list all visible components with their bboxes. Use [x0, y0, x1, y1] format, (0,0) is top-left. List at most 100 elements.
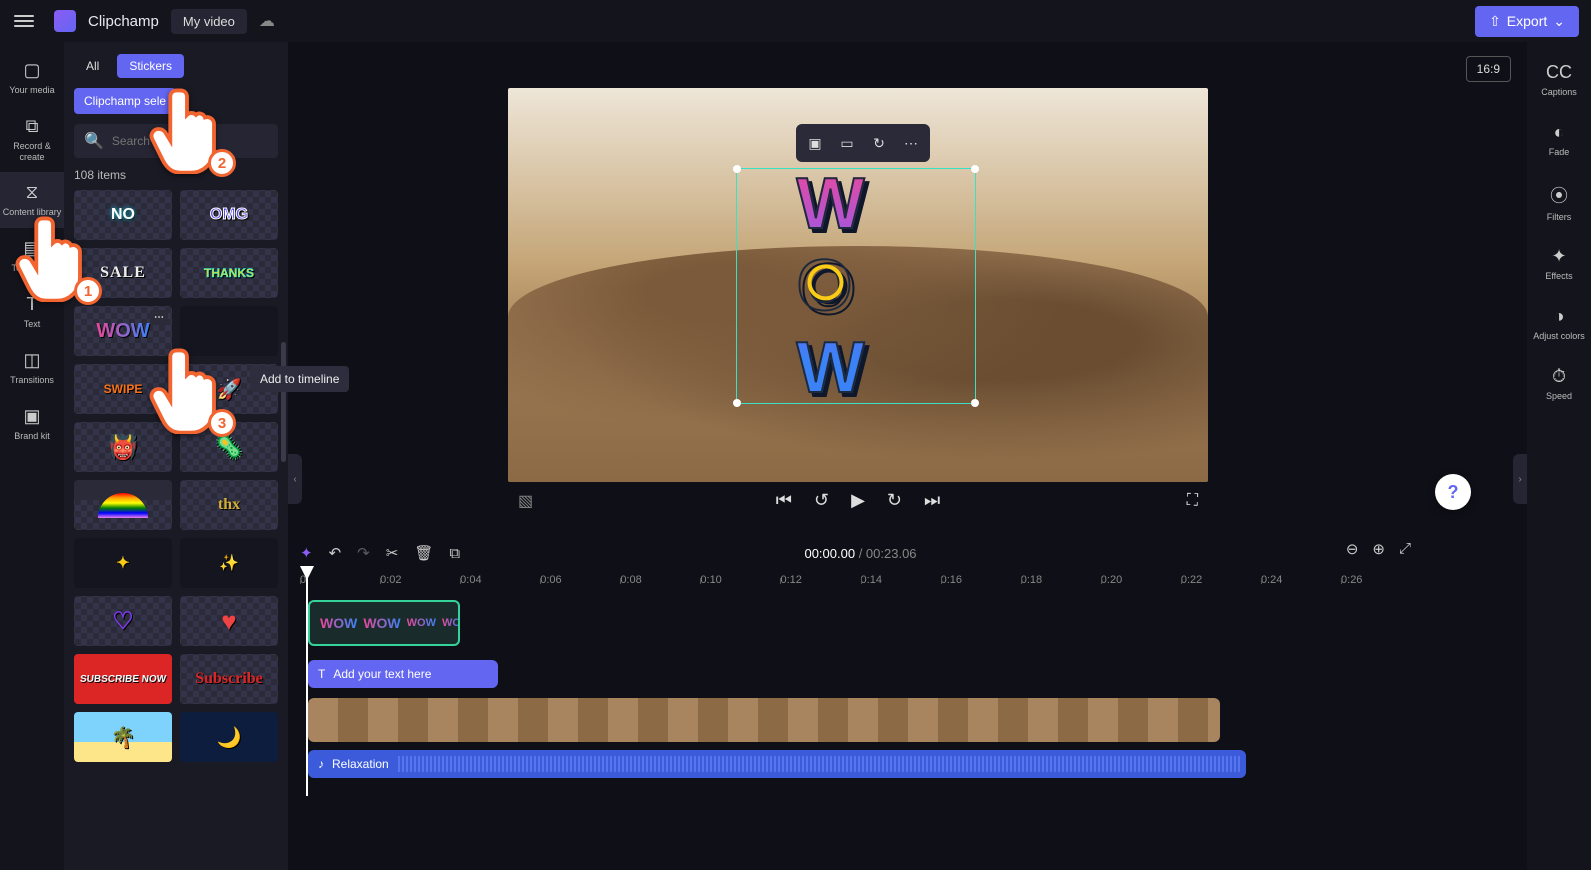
selection-box[interactable]: WOW: [736, 168, 976, 404]
sticker-item[interactable]: thx: [180, 480, 278, 530]
handle-br[interactable]: [971, 399, 979, 407]
fit-icon[interactable]: ▭: [834, 130, 860, 156]
nav-transitions[interactable]: ◫Transitions: [0, 340, 64, 396]
prop-adjust-colors[interactable]: ◑Adjust colors: [1527, 294, 1591, 354]
record-create-icon: ⧉: [26, 116, 39, 137]
prop-fade[interactable]: ◐Fade: [1527, 110, 1591, 170]
sticker-more-icon[interactable]: ⋯: [150, 310, 168, 325]
export-label: Export: [1507, 13, 1547, 29]
undo-icon[interactable]: ↶: [329, 544, 342, 562]
nav-your-media[interactable]: ▢Your media: [0, 50, 64, 106]
ai-sparkle-icon[interactable]: ✦: [300, 544, 313, 562]
effects-label: Effects: [1545, 271, 1572, 282]
sticker-label: ✦: [116, 553, 129, 573]
sticker-item[interactable]: SWIPE: [74, 364, 172, 414]
sticker-item[interactable]: ♡: [74, 596, 172, 646]
sticker-item[interactable]: NO: [74, 190, 172, 240]
content-library-panel: All Stickers Clipchamp sele 🔍 108 items …: [64, 42, 288, 870]
prop-captions[interactable]: CCCaptions: [1527, 50, 1591, 110]
sticker-item[interactable]: SUBSCRIBE NOW: [74, 654, 172, 704]
rewind-10-icon[interactable]: ↺: [814, 490, 829, 511]
sticker-item[interactable]: WOW⋯: [74, 306, 172, 356]
sticker-label: OMG: [210, 206, 248, 224]
library-scrollbar[interactable]: [281, 342, 286, 462]
timeline-ruler[interactable]: 00:020:040:060:080:100:120:140:160:180:2…: [300, 568, 1421, 592]
aspect-ratio-badge[interactable]: 16:9: [1466, 56, 1511, 82]
nav-content-library[interactable]: ⧖Content library: [0, 172, 64, 228]
nav-templates[interactable]: ▤Templates: [0, 228, 64, 284]
add-to-timeline-tooltip: Add to timeline: [250, 366, 349, 392]
prop-speed[interactable]: ⏱Speed: [1527, 354, 1591, 414]
ruler-tick: 0:18: [1021, 574, 1101, 586]
total-duration: 00:23.06: [866, 546, 917, 561]
ruler-tick: 0:14: [861, 574, 941, 586]
ruler-tick: 0:24: [1261, 574, 1341, 586]
delete-icon[interactable]: 🗑: [414, 544, 433, 562]
nav-brand-kit[interactable]: ▣Brand kit: [0, 396, 64, 452]
collapse-properties-toggle[interactable]: ›: [1513, 454, 1527, 504]
app-logo-icon: [54, 10, 76, 32]
templates-label: Templates: [11, 263, 52, 274]
fullscreen-icon[interactable]: ⛶: [1187, 492, 1198, 510]
skip-end-icon[interactable]: ⏭: [924, 490, 940, 511]
fit-timeline-icon[interactable]: ⤢: [1399, 540, 1411, 558]
timeline-toolbar: ✦ ↶ ↷ ✂ 🗑 ⧉ 00:00.00 / 00:23.06: [300, 540, 1421, 566]
play-icon[interactable]: ▶: [851, 490, 865, 511]
sticker-item[interactable]: OMG: [180, 190, 278, 240]
crop-icon[interactable]: ▣: [802, 130, 828, 156]
forward-10-icon[interactable]: ↻: [887, 490, 902, 511]
sticker-item[interactable]: 🌙: [180, 712, 278, 762]
tab-all[interactable]: All: [74, 54, 111, 78]
skip-start-icon[interactable]: ⏮: [776, 490, 792, 511]
export-button[interactable]: ⇧ Export ⌄: [1475, 6, 1579, 37]
sticker-item[interactable]: SALE: [74, 248, 172, 298]
sticker-item[interactable]: 🌴: [74, 712, 172, 762]
speed-label: Speed: [1546, 391, 1572, 402]
filters-label: Filters: [1547, 212, 1572, 223]
duplicate-icon[interactable]: ⧉: [449, 545, 460, 562]
sticker-label: Subscribe: [195, 670, 263, 688]
sticker-item[interactable]: Subscribe: [180, 654, 278, 704]
search-input[interactable]: [112, 134, 268, 148]
clip-audio[interactable]: ♪ Relaxation: [308, 750, 1246, 778]
sticker-item[interactable]: ✦: [74, 538, 172, 588]
sticker-item[interactable]: [180, 306, 278, 356]
nav-record-create[interactable]: ⧉Record & create: [0, 106, 64, 173]
more-icon[interactable]: ⋯: [898, 130, 924, 156]
zoom-out-icon[interactable]: ⊖: [1346, 540, 1359, 558]
sticker-item[interactable]: THANKS: [180, 248, 278, 298]
collapse-library-toggle[interactable]: ‹: [288, 454, 302, 504]
help-button[interactable]: ?: [1435, 474, 1471, 510]
sticker-item[interactable]: ♥: [180, 596, 278, 646]
search-box[interactable]: 🔍: [74, 124, 278, 158]
sticker-item[interactable]: [74, 480, 172, 530]
sticker-label: 👹: [108, 433, 138, 462]
timeline-time: 00:00.00 / 00:23.06: [804, 546, 916, 561]
clip-sticker-wow[interactable]: WOWWOWWOWWO: [308, 600, 460, 646]
disable-preview-icon[interactable]: ▧: [518, 491, 533, 511]
handle-bl[interactable]: [733, 399, 741, 407]
nav-text[interactable]: TText: [0, 284, 64, 340]
sticker-item[interactable]: ✨: [180, 538, 278, 588]
handle-tr[interactable]: [971, 165, 979, 173]
project-name[interactable]: My video: [171, 9, 247, 34]
overlay-sticker-wow[interactable]: WOW: [797, 163, 916, 409]
prop-effects[interactable]: ✦ Effects: [1527, 234, 1591, 294]
category-selector[interactable]: Clipchamp sele: [74, 88, 176, 114]
split-icon[interactable]: ✂: [386, 544, 399, 562]
effects-icon: ✦: [1551, 246, 1566, 267]
sticker-label: SALE: [100, 264, 146, 282]
clip-video[interactable]: [308, 698, 1220, 742]
sticker-grid: NOOMGSALETHANKSWOW⋯SWIPE🚀👹🦠thx✦✨♡♥SUBSCR…: [74, 190, 278, 762]
sticker-item[interactable]: 🦠: [180, 422, 278, 472]
rotate-icon[interactable]: ↻: [866, 130, 892, 156]
clip-text[interactable]: T Add your text here: [308, 660, 498, 688]
redo-icon[interactable]: ↷: [357, 544, 370, 562]
menu-icon[interactable]: [12, 9, 36, 33]
handle-tl[interactable]: [733, 165, 741, 173]
tab-stickers[interactable]: Stickers: [117, 54, 184, 78]
prop-filters[interactable]: ⦿Filters: [1527, 170, 1591, 235]
chevron-down-icon: ⌄: [1553, 13, 1565, 30]
zoom-in-icon[interactable]: ⊕: [1372, 540, 1385, 558]
sticker-item[interactable]: 👹: [74, 422, 172, 472]
